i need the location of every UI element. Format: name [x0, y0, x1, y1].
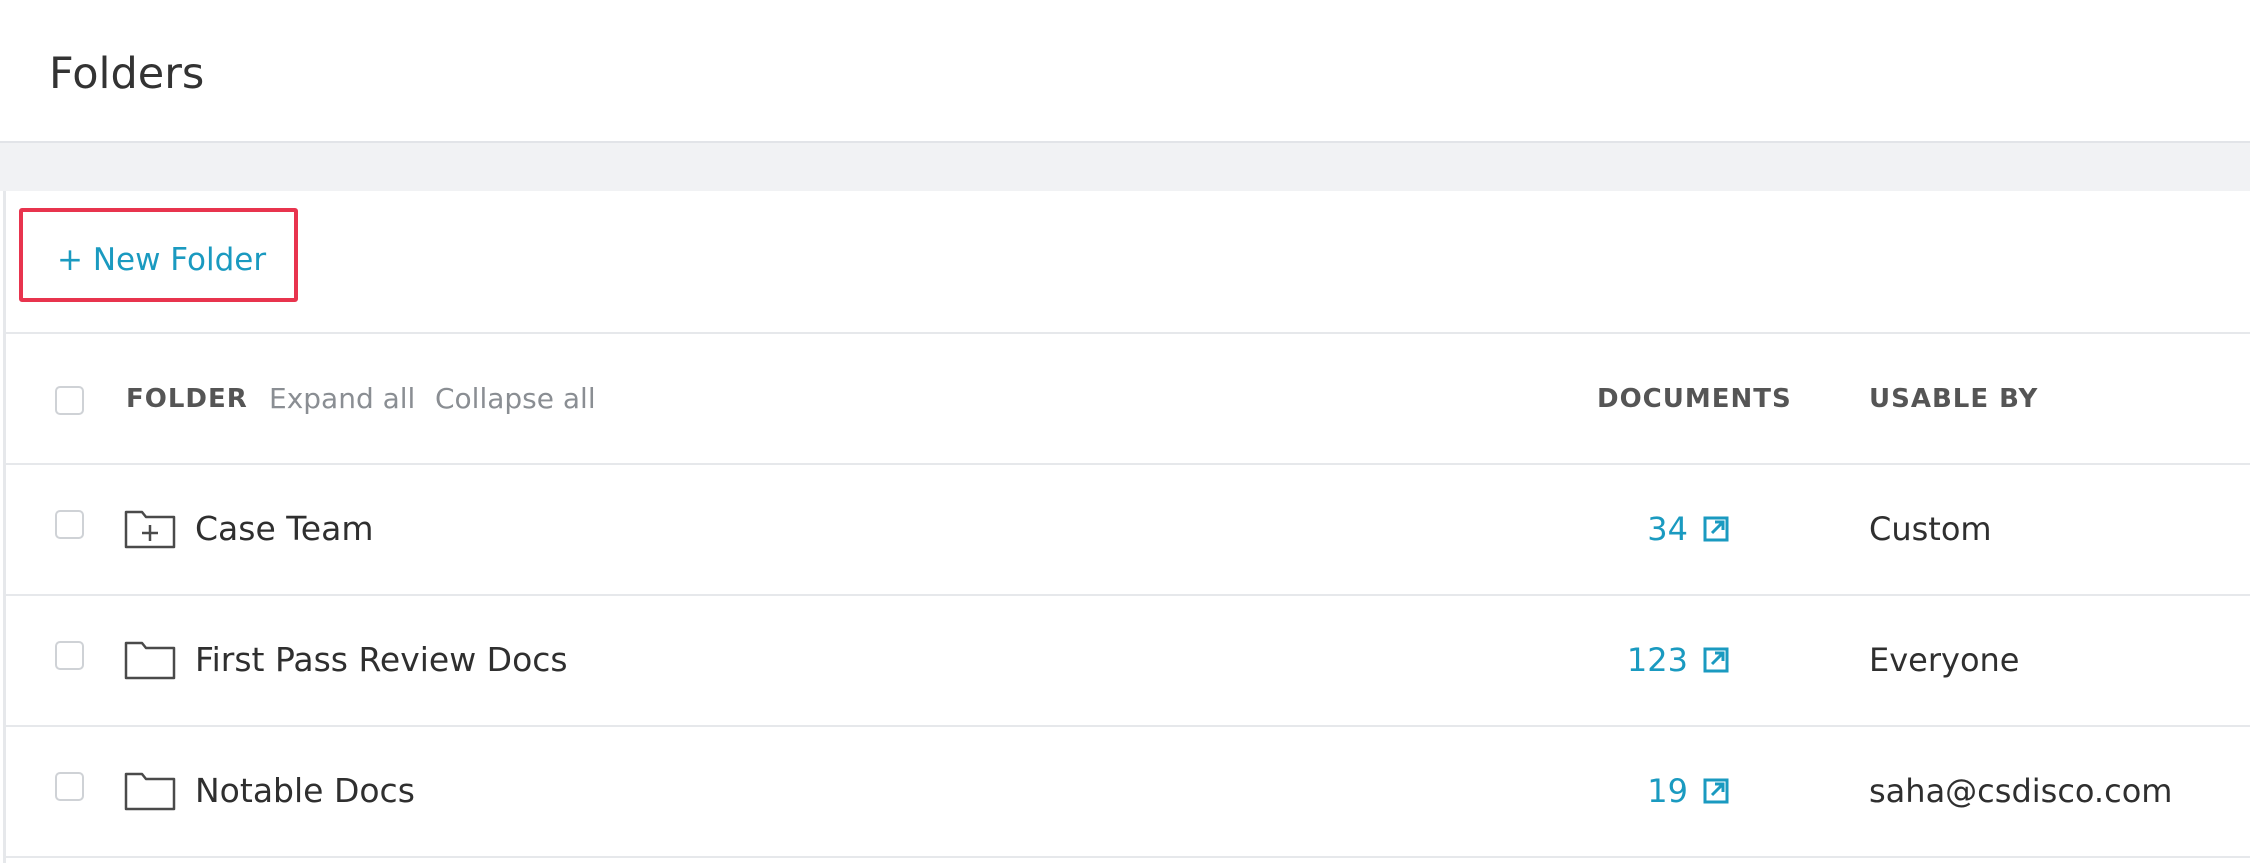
row-checkbox[interactable]: [55, 641, 84, 670]
collapse-all-link[interactable]: Collapse all: [435, 382, 596, 416]
select-all-checkbox[interactable]: [55, 386, 84, 415]
page-title: Folders: [49, 49, 205, 99]
usable-by-value: Everyone: [1869, 641, 2020, 679]
folder-name[interactable]: First Pass Review Docs: [195, 640, 568, 680]
folder-icon: [124, 641, 176, 680]
folder-name[interactable]: Notable Docs: [195, 771, 415, 811]
document-count-link[interactable]: 19: [1647, 771, 1730, 811]
row-checkbox[interactable]: [55, 772, 84, 801]
document-count[interactable]: 19: [1647, 771, 1688, 811]
header-separator-band: [0, 143, 2250, 191]
document-count[interactable]: 123: [1627, 640, 1688, 680]
folder-icon: [124, 772, 176, 811]
external-link-icon[interactable]: [1702, 646, 1730, 674]
column-header-usable-by: USABLE BY: [1869, 384, 2039, 414]
expand-all-link[interactable]: Expand all: [269, 382, 415, 416]
document-count[interactable]: 34: [1647, 509, 1688, 549]
table-header-row: FOLDER Expand all Collapse all DOCUMENTS…: [6, 334, 2250, 465]
external-link-icon[interactable]: [1702, 515, 1730, 543]
document-count-link[interactable]: 123: [1627, 640, 1730, 680]
table-row[interactable]: First Pass Review Docs 123 Everyone: [6, 596, 2250, 727]
external-link-icon[interactable]: [1702, 777, 1730, 805]
table-row[interactable]: Case Team 34 Custom: [6, 465, 2250, 596]
row-checkbox[interactable]: [55, 510, 84, 539]
folder-name[interactable]: Case Team: [195, 509, 373, 549]
folders-panel: + New Folder FOLDER Expand all Collapse …: [3, 191, 2250, 863]
page-header: Folders: [0, 0, 2250, 143]
column-header-folder: FOLDER: [126, 384, 248, 414]
table-row[interactable]: Notable Docs 19 saha@csdisco.com: [6, 727, 2250, 858]
folder-plus-icon[interactable]: [124, 509, 176, 549]
folders-toolbar: + New Folder: [6, 191, 2250, 334]
column-header-documents: DOCUMENTS: [1597, 384, 1792, 414]
usable-by-value: saha@csdisco.com: [1869, 772, 2173, 810]
new-folder-button[interactable]: + New Folder: [57, 241, 266, 279]
document-count-link[interactable]: 34: [1647, 509, 1730, 549]
usable-by-value: Custom: [1869, 510, 1992, 548]
